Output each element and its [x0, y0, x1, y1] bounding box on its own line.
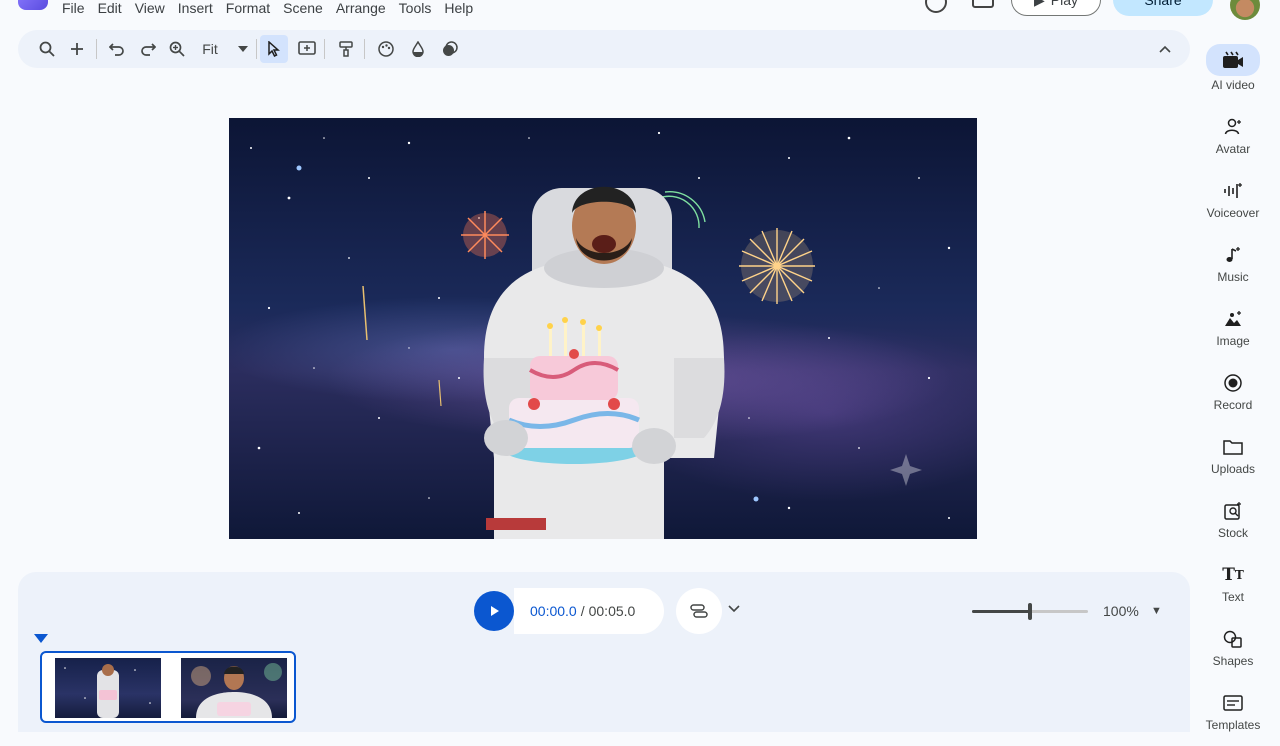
tracks-icon — [690, 604, 708, 618]
sidebar-label-record: Record — [1213, 398, 1253, 412]
scene-thumbnail[interactable] — [55, 658, 161, 718]
text-icon: TT — [1222, 565, 1244, 585]
zoom-slider-fill — [972, 610, 1030, 613]
zoom-icon[interactable] — [166, 38, 188, 60]
video-canvas[interactable] — [229, 118, 977, 539]
sidebar-label-stock: Stock — [1217, 526, 1248, 540]
folder-icon — [1217, 434, 1249, 460]
collapse-toolbar-icon[interactable] — [1154, 38, 1176, 60]
time-display: 00:00.0 / 00:05.0 — [514, 588, 664, 634]
sidebar-item-templates[interactable]: Templates — [1190, 690, 1276, 746]
sidebar-item-avatar[interactable]: Avatar — [1190, 114, 1276, 170]
firework-right — [739, 228, 815, 304]
play-label: Play — [1050, 0, 1078, 8]
search-icon[interactable] — [36, 38, 58, 60]
menu-help[interactable]: Help — [444, 0, 473, 18]
app-logo[interactable] — [18, 0, 48, 10]
fill-color-icon[interactable] — [407, 38, 429, 60]
redo-icon[interactable] — [137, 38, 159, 60]
menu-tools[interactable]: Tools — [399, 0, 432, 18]
scene-clip[interactable] — [40, 651, 296, 723]
astronaut-figure — [483, 186, 725, 539]
menu-format[interactable]: Format — [226, 0, 270, 18]
scene-thumbnail[interactable] — [181, 658, 287, 718]
sidebar-item-uploads[interactable]: Uploads — [1190, 434, 1276, 490]
menu-view[interactable]: View — [135, 0, 165, 18]
paint-format-icon[interactable] — [335, 38, 357, 60]
sidebar-label-uploads: Uploads — [1210, 462, 1256, 476]
play-icon — [491, 606, 499, 616]
record-icon — [1217, 370, 1249, 396]
play-button[interactable]: ▶ Play — [1011, 0, 1101, 16]
timeline-play-button[interactable] — [474, 591, 514, 631]
menu-file[interactable]: File — [62, 0, 85, 18]
sidebar-item-music[interactable]: Music — [1190, 242, 1276, 298]
sidebar-item-ai-video[interactable]: AI video — [1190, 44, 1276, 100]
share-button[interactable]: Share — [1113, 0, 1213, 16]
templates-icon — [1217, 690, 1249, 716]
track-options-button[interactable] — [676, 588, 722, 634]
chevron-down-icon[interactable] — [728, 602, 740, 616]
sidebar-label-templates: Templates — [1205, 718, 1261, 732]
sidebar-label-music: Music — [1217, 270, 1249, 284]
user-avatar[interactable] — [1230, 0, 1260, 20]
add-icon[interactable] — [66, 38, 88, 60]
avatar-icon — [1217, 114, 1249, 140]
zoom-fit-label: Fit — [202, 41, 218, 57]
sidebar-item-record[interactable]: Record — [1190, 370, 1276, 426]
shapes-icon — [1217, 626, 1249, 652]
mask-icon[interactable] — [439, 38, 461, 60]
sidebar-item-voiceover[interactable]: Voiceover — [1190, 178, 1276, 234]
chevron-down-icon[interactable] — [232, 38, 254, 60]
sidebar-label-text: Text — [1221, 590, 1244, 604]
sidebar-item-stock[interactable]: Stock — [1190, 498, 1276, 554]
share-label: Share — [1144, 0, 1182, 8]
sidebar-item-shapes[interactable]: Shapes — [1190, 626, 1276, 682]
comment-icon[interactable] — [972, 0, 994, 8]
current-time: 00:00.0 — [530, 603, 577, 619]
sidebar-label-avatar: Avatar — [1215, 142, 1251, 156]
editor-toolbar: Fit — [18, 30, 1190, 68]
ai-video-icon — [1206, 44, 1260, 76]
version-history-icon[interactable] — [925, 0, 947, 13]
zoom-percent: 100% — [1103, 603, 1139, 619]
zoom-dropdown-icon[interactable]: ▼ — [1151, 605, 1162, 617]
playhead-marker[interactable] — [34, 634, 48, 643]
sidebar-label-ai-video: AI video — [1211, 78, 1255, 92]
undo-icon[interactable] — [106, 38, 128, 60]
total-time: 00:05.0 — [588, 603, 636, 619]
time-separator: / — [580, 603, 585, 619]
voiceover-icon — [1217, 178, 1249, 204]
stock-icon — [1217, 498, 1249, 524]
menu-edit[interactable]: Edit — [98, 0, 122, 18]
sidebar-item-image[interactable]: Image — [1190, 306, 1276, 362]
sidebar-label-voiceover: Voiceover — [1206, 206, 1260, 220]
timeline-zoom-slider[interactable] — [972, 603, 1088, 620]
add-comment-icon[interactable] — [296, 38, 318, 60]
zoom-slider-thumb[interactable] — [1028, 603, 1032, 620]
image-icon — [1217, 306, 1249, 332]
zoom-select[interactable]: Fit — [199, 38, 221, 60]
sidebar-item-text[interactable]: TT Text — [1190, 562, 1276, 618]
sidebar-label-shapes: Shapes — [1212, 654, 1254, 668]
menu-insert[interactable]: Insert — [178, 0, 213, 18]
palette-icon[interactable] — [375, 38, 397, 60]
play-icon: ▶ — [1034, 0, 1045, 9]
select-tool-icon[interactable] — [260, 35, 288, 63]
menu-scene[interactable]: Scene — [283, 0, 323, 18]
menu-arrange[interactable]: Arrange — [336, 0, 386, 18]
menu-bar: File Edit View Insert Format Scene Arran… — [62, 0, 486, 18]
music-icon — [1217, 242, 1249, 268]
sidebar-label-image: Image — [1216, 334, 1250, 348]
